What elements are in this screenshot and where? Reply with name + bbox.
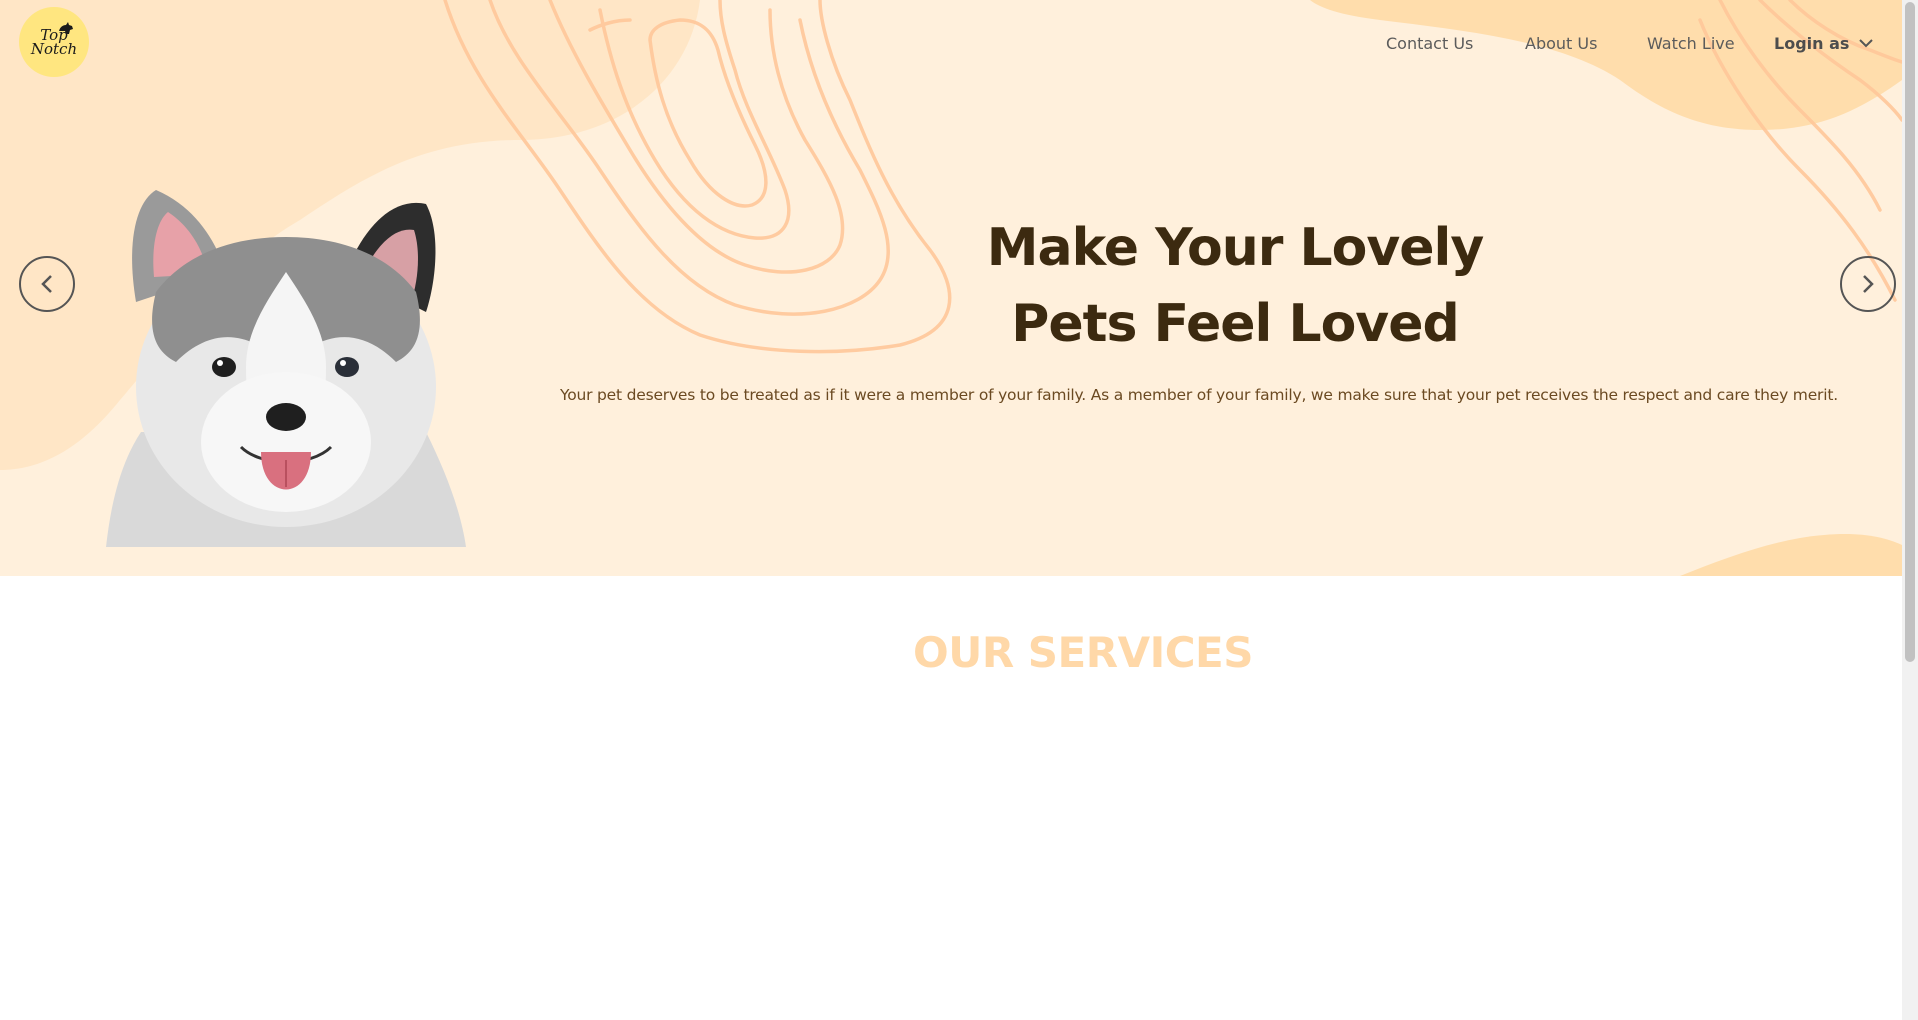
husky-puppy-image <box>106 190 466 547</box>
nav-contact-us[interactable]: Contact Us <box>1386 34 1473 53</box>
top-navigation: Contact Us About Us Watch Live Login as <box>0 30 1902 60</box>
hero-title: Make Your Lovely Pets Feel Loved <box>900 210 1570 362</box>
nav-about-us[interactable]: About Us <box>1525 34 1597 53</box>
services-heading: OUR SERVICES <box>913 628 1253 677</box>
hero-title-line-1: Make Your Lovely <box>986 218 1485 278</box>
hero-subtitle: Your pet deserves to be treated as if it… <box>560 386 1838 404</box>
carousel-prev-button[interactable] <box>19 256 75 312</box>
hero-title-line-2: Pets Feel Loved <box>1011 294 1459 354</box>
login-as-dropdown[interactable]: Login as <box>1774 34 1874 53</box>
chevron-down-icon <box>1859 39 1874 48</box>
scrollbar-thumb[interactable] <box>1905 2 1915 662</box>
nav-watch-live[interactable]: Watch Live <box>1647 34 1735 53</box>
chevron-right-icon <box>1863 275 1874 293</box>
chevron-left-icon <box>41 275 52 293</box>
hero-banner: Top Notch Contact Us About Us Watch Live… <box>0 0 1902 576</box>
carousel-next-button[interactable] <box>1840 256 1896 312</box>
page: Top Notch Contact Us About Us Watch Live… <box>0 0 1918 1020</box>
login-as-label: Login as <box>1774 34 1850 53</box>
page-scrollbar[interactable] <box>1902 0 1918 1020</box>
